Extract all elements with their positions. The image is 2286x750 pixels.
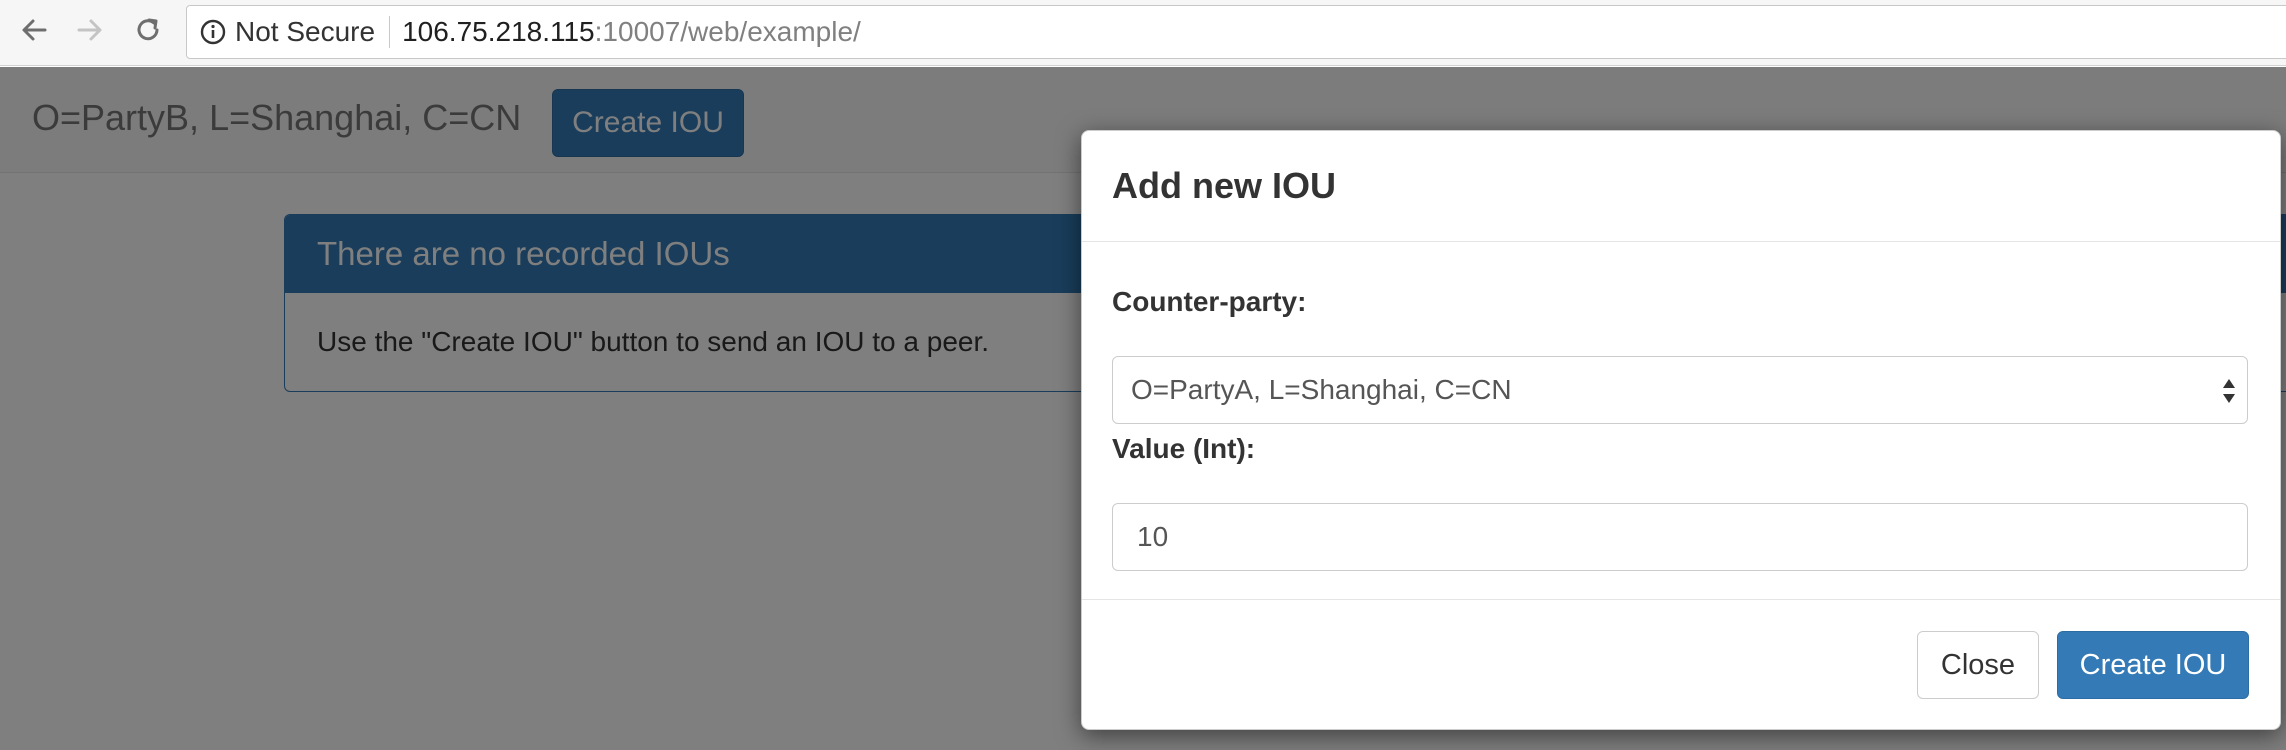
modal-header: Add new IOU <box>1082 131 2280 242</box>
security-label: Not Secure <box>235 16 376 47</box>
arrow-right-icon <box>75 15 105 50</box>
address-separator <box>389 16 391 48</box>
create-iou-modal-button[interactable]: Create IOU <box>2057 631 2249 699</box>
value-input-text: 10 <box>1137 521 1169 552</box>
url-path: :10007/web/example/ <box>594 16 861 47</box>
select-arrows-icon <box>2221 375 2237 407</box>
info-icon[interactable] <box>199 18 227 46</box>
value-label: Value (Int): <box>1112 433 1256 464</box>
modal-title: Add new IOU <box>1112 165 1336 206</box>
back-button[interactable] <box>16 14 52 50</box>
browser-toolbar: Not Secure 106.75.218.115:10007/web/exam… <box>0 0 2286 66</box>
reload-button[interactable] <box>130 14 166 50</box>
add-iou-modal: Add new IOU Counter-party: O=PartyA, L=S… <box>1081 130 2281 730</box>
arrow-left-icon <box>19 15 49 50</box>
forward-button[interactable] <box>72 14 108 50</box>
counterparty-select[interactable]: O=PartyA, L=Shanghai, C=CN <box>1112 356 2248 424</box>
counterparty-selected-value: O=PartyA, L=Shanghai, C=CN <box>1131 374 1512 405</box>
value-input[interactable]: 10 <box>1112 503 2248 571</box>
close-button[interactable]: Close <box>1917 631 2039 699</box>
modal-body: Counter-party: O=PartyA, L=Shanghai, C=C… <box>1082 242 2280 600</box>
address-bar[interactable]: Not Secure 106.75.218.115:10007/web/exam… <box>186 5 2286 59</box>
counterparty-label: Counter-party: <box>1112 286 1307 317</box>
url-host: 106.75.218.115 <box>402 16 595 47</box>
reload-icon <box>133 15 163 50</box>
modal-footer: Close Create IOU <box>1082 600 2280 729</box>
